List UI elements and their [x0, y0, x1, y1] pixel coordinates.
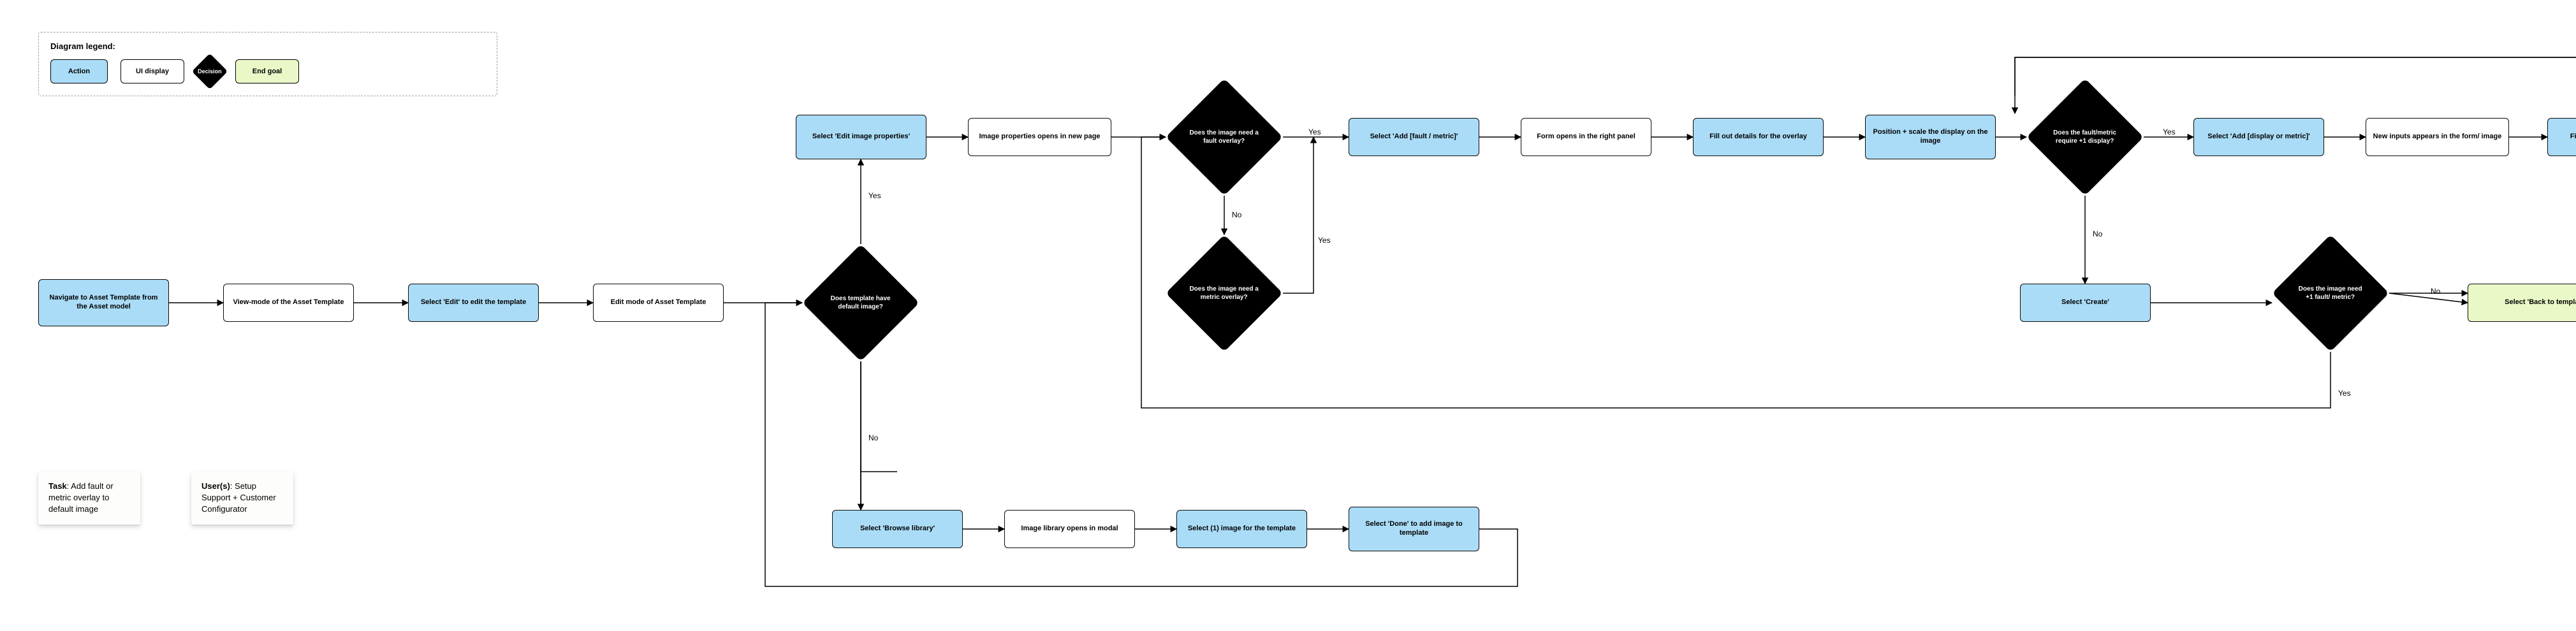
- node-edit-image-properties: Select 'Edit image properties': [796, 115, 926, 159]
- legend-end-goal: End goal: [235, 59, 299, 83]
- diagram-canvas: Diagram legend: Action UI display Decisi…: [0, 0, 2576, 631]
- label-yes-plus1-fm: Yes: [2337, 389, 2352, 398]
- sticky-users: User(s): Setup Support + Customer Config…: [191, 472, 293, 525]
- label-no-default: No: [867, 433, 879, 442]
- node-navigate-asset-template: Navigate to Asset Template from the Asse…: [38, 279, 169, 326]
- node-fill-out-details: Fill out details for the overlay: [1693, 118, 1824, 156]
- diagram-legend: Diagram legend: Action UI display Decisi…: [38, 32, 497, 96]
- decision-plus-one-display: Does the fault/metric require +1 display…: [2026, 78, 2144, 196]
- node-select-done: Select 'Done' to add image to template: [1349, 507, 1479, 551]
- node-edit-mode: Edit mode of Asset Template: [593, 284, 724, 322]
- node-back-to-template: Select 'Back to template': [2468, 284, 2576, 322]
- legend-ui-display: UI display: [121, 59, 184, 83]
- legend-row: Action UI display Decision End goal: [50, 59, 485, 84]
- label-no-plus1-display: No: [2091, 229, 2104, 238]
- label-yes-plus1-display: Yes: [2162, 127, 2177, 136]
- label-no-plus1-fm: No: [2429, 287, 2441, 296]
- label-yes-default: Yes: [867, 191, 882, 200]
- node-add-fault-metric: Select 'Add [fault / metric]': [1349, 118, 1479, 156]
- decision-has-default-image: Does template have default image?: [802, 244, 919, 361]
- label-yes-fault: Yes: [1307, 127, 1322, 136]
- sticky-task: Task: Add fault or metric overlay to def…: [38, 472, 140, 525]
- node-image-properties-page: Image properties opens in new page: [968, 118, 1111, 156]
- node-select-create: Select 'Create': [2020, 284, 2151, 322]
- decision-need-fault-overlay: Does the image need a fault overlay?: [1166, 78, 1283, 196]
- legend-title: Diagram legend:: [50, 41, 485, 51]
- node-browse-library: Select 'Browse library': [832, 510, 963, 548]
- label-no-fault: No: [1231, 210, 1243, 219]
- decision-need-metric-overlay: Does the image need a metric overlay?: [1166, 235, 1283, 352]
- node-form-opens: Form opens in the right panel: [1521, 118, 1651, 156]
- node-position-scale: Position + scale the display on the imag…: [1865, 115, 1996, 159]
- node-image-library-modal: Image library opens in modal: [1004, 510, 1135, 548]
- label-yes-metric: Yes: [1317, 236, 1332, 245]
- node-view-mode: View-mode of the Asset Template: [223, 284, 354, 322]
- node-select-edit: Select 'Edit' to edit the template: [408, 284, 539, 322]
- node-new-inputs-appear: New inputs appears in the form/ image: [2366, 118, 2509, 156]
- node-add-display-or-metric: Select 'Add [display or metric]': [2193, 118, 2324, 156]
- legend-action: Action: [50, 59, 108, 83]
- node-select-one-image: Select (1) image for the template: [1176, 510, 1307, 548]
- legend-decision: Decision: [192, 54, 228, 90]
- decision-plus-one-fault-metric: Does the image need +1 fault/ metric?: [2272, 235, 2389, 352]
- node-fill-new-inputs: Fill out new inputs: [2547, 118, 2576, 156]
